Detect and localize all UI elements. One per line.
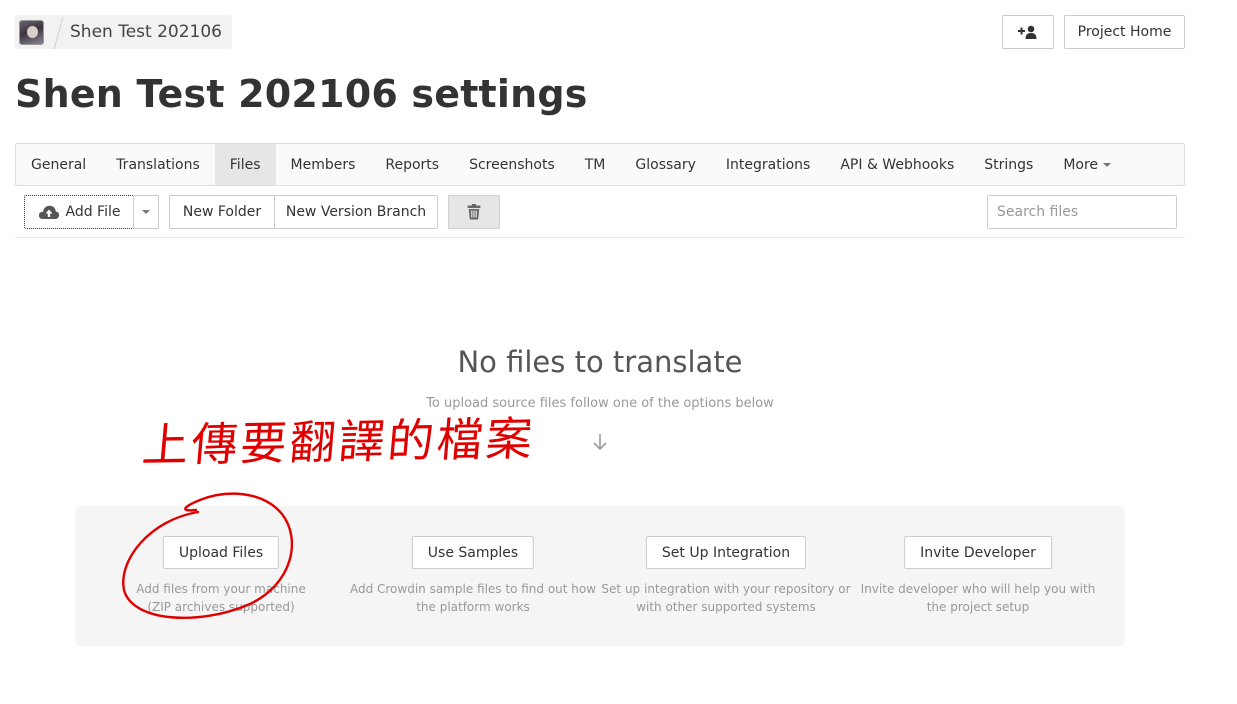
breadcrumb-separator xyxy=(48,15,70,49)
add-file-label: Add File xyxy=(65,204,121,220)
tab-reports[interactable]: Reports xyxy=(370,144,454,185)
tab-glossary[interactable]: Glossary xyxy=(620,144,711,185)
tab-integrations[interactable]: Integrations xyxy=(711,144,825,185)
trash-icon xyxy=(467,204,481,220)
upload-options-panel: Upload Files Add files from your machine… xyxy=(75,506,1125,646)
delete-button[interactable] xyxy=(448,195,500,229)
add-file-dropdown-button[interactable] xyxy=(133,195,159,229)
option-description: Add files from your machine (ZIP archive… xyxy=(96,580,346,616)
arrow-down-icon xyxy=(593,434,607,451)
toolbar-divider xyxy=(15,237,1185,238)
tab-general[interactable]: General xyxy=(16,144,101,185)
tab-members[interactable]: Members xyxy=(276,144,371,185)
page-title: Shen Test 202106 settings xyxy=(15,72,588,116)
description-line: the platform works xyxy=(416,600,530,614)
empty-state-title: No files to translate xyxy=(457,345,743,379)
tab-translations[interactable]: Translations xyxy=(101,144,215,185)
add-user-icon xyxy=(1018,25,1037,39)
search-files-input[interactable] xyxy=(987,195,1177,229)
tab-files[interactable]: Files xyxy=(214,144,276,185)
description-line: (ZIP archives supported) xyxy=(147,600,295,614)
description-line: Set up integration with your repository … xyxy=(601,582,851,596)
caret-down-icon xyxy=(142,210,150,214)
option-upload-files: Upload Files Add files from your machine… xyxy=(96,506,346,646)
empty-state-subtitle: To upload source files follow one of the… xyxy=(426,396,774,411)
add-file-button[interactable]: Add File xyxy=(24,195,134,229)
breadcrumb: Shen Test 202106 xyxy=(15,15,232,49)
upload-files-button[interactable]: Upload Files xyxy=(162,536,280,569)
tab-tm[interactable]: TM xyxy=(570,144,621,185)
new-version-branch-button[interactable]: New Version Branch xyxy=(274,195,438,229)
description-line: Add Crowdin sample files to find out how xyxy=(349,582,597,596)
new-folder-button[interactable]: New Folder xyxy=(169,195,275,229)
project-home-button[interactable]: Project Home xyxy=(1064,15,1185,49)
cloud-upload-icon xyxy=(38,205,59,219)
annotation-text: 上傳要翻譯的檔案 xyxy=(140,411,538,473)
breadcrumb-project-name[interactable]: Shen Test 202106 xyxy=(70,22,222,42)
invite-developer-button[interactable]: Invite Developer xyxy=(904,536,1052,569)
description-line: Invite developer who will help you with xyxy=(860,582,1096,596)
description-line: the project setup xyxy=(926,600,1030,614)
option-invite-developer: Invite Developer Invite developer who wi… xyxy=(853,506,1103,646)
invite-user-button[interactable] xyxy=(1002,15,1054,49)
option-description: Invite developer who will help you with … xyxy=(853,580,1103,616)
description-line: with other supported systems xyxy=(636,600,816,614)
description-line: Add files from your machine xyxy=(136,582,306,596)
option-set-up-integration: Set Up Integration Set up integration wi… xyxy=(601,506,851,646)
option-use-samples: Use Samples Add Crowdin sample files to … xyxy=(348,506,598,646)
option-description: Add Crowdin sample files to find out how… xyxy=(348,580,598,616)
avatar[interactable] xyxy=(19,19,44,45)
settings-tabs: General Translations Files Members Repor… xyxy=(15,143,1185,186)
option-description: Set up integration with your repository … xyxy=(601,580,851,616)
set-up-integration-button[interactable]: Set Up Integration xyxy=(645,536,807,569)
tab-strings[interactable]: Strings xyxy=(969,144,1048,185)
tab-more-label: More xyxy=(1063,156,1099,173)
tab-more[interactable]: More xyxy=(1048,144,1126,185)
use-samples-button[interactable]: Use Samples xyxy=(411,536,535,569)
caret-down-icon xyxy=(1103,162,1112,167)
tab-api-webhooks[interactable]: API & Webhooks xyxy=(825,144,969,185)
tab-screenshots[interactable]: Screenshots xyxy=(454,144,570,185)
